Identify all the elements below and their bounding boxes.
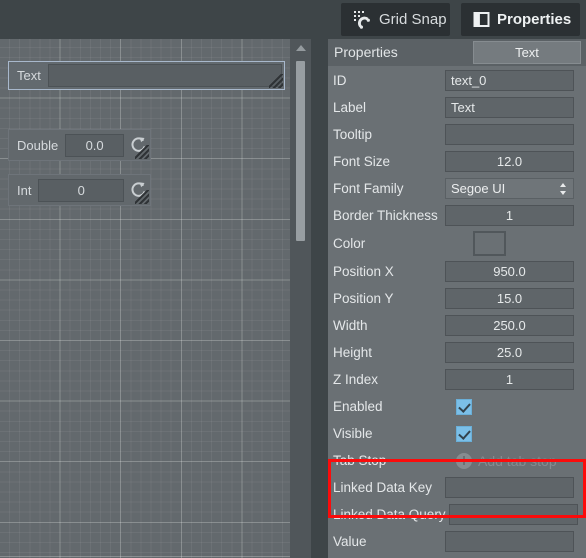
property-label-font-family: Font Family (333, 181, 404, 196)
label-field[interactable] (445, 97, 574, 118)
plus-circle-icon (456, 452, 472, 469)
property-row-visible: Visible (328, 420, 586, 447)
linked-data-key-field[interactable] (445, 477, 574, 498)
canvas-widget-int-field[interactable]: 0 (38, 178, 124, 202)
property-row-font-family: Font Family Segoe UI (328, 175, 586, 202)
canvas-vertical-scrollbar[interactable] (290, 39, 311, 558)
add-tab-stop-button[interactable]: Add tab stop (445, 452, 557, 469)
property-label-visible: Visible (333, 426, 373, 441)
property-label-position-y: Position Y (333, 291, 394, 306)
grid-snap-label: Grid Snap (379, 11, 447, 28)
font-size-field[interactable] (445, 151, 574, 172)
property-label-width: Width (333, 318, 368, 333)
design-canvas[interactable]: Text Double 0.0 Int 0 (0, 39, 311, 558)
property-row-color: Color (328, 229, 586, 258)
property-label-value: Value (333, 534, 367, 549)
scrollbar-thumb[interactable] (296, 61, 305, 241)
property-label-tooltip: Tooltip (333, 127, 373, 142)
properties-toggle-button[interactable]: Properties (461, 3, 580, 36)
property-label-enabled: Enabled (333, 399, 383, 414)
properties-panel: Properties Text ID Label T (328, 39, 586, 558)
property-label-font-size: Font Size (333, 154, 391, 169)
properties-rows: ID Label Tooltip Font S (328, 66, 586, 555)
tab-text-label: Text (515, 45, 539, 60)
property-row-linked-data-query: Linked Data Query (328, 501, 586, 528)
panel-properties-icon (473, 11, 490, 28)
spinner-up-down-icon[interactable] (559, 182, 567, 195)
magnet-grid-snap-icon (353, 10, 372, 29)
tooltip-field[interactable] (445, 124, 574, 145)
visible-checkbox[interactable] (456, 425, 472, 442)
border-thickness-field[interactable] (445, 205, 574, 226)
property-row-z-index: Z Index (328, 366, 586, 393)
properties-panel-header: Properties Text (328, 39, 586, 66)
property-label-label: Label (333, 100, 367, 115)
property-label-color: Color (333, 236, 366, 251)
properties-panel-title: Properties (334, 44, 398, 60)
properties-toggle-label: Properties (497, 11, 572, 28)
color-swatch-button[interactable] (473, 231, 506, 256)
property-row-border-thickness: Border Thickness (328, 202, 586, 229)
width-field[interactable] (445, 315, 574, 336)
canvas-widget-text-label: Text (17, 68, 41, 83)
property-row-position-y: Position Y (328, 285, 586, 312)
canvas-widget-int[interactable]: Int 0 (8, 174, 151, 206)
property-row-label: Label (328, 94, 586, 121)
height-field[interactable] (445, 342, 574, 363)
property-row-tooltip: Tooltip (328, 121, 586, 148)
add-tab-stop-label: Add tab stop (478, 452, 557, 469)
spinner-rotate-icon (128, 134, 150, 156)
property-row-value: Value (328, 528, 586, 555)
property-label-tab-stop: Tab Stop (333, 453, 387, 468)
value-field[interactable] (445, 531, 574, 552)
property-row-tab-stop: Tab Stop Add tab stop (328, 447, 586, 474)
property-label-id: ID (333, 73, 347, 88)
tab-text[interactable]: Text (473, 41, 581, 64)
canvas-widget-int-label: Int (17, 182, 32, 198)
property-label-linked-data-key: Linked Data Key (333, 480, 433, 495)
font-family-value: Segoe UI (451, 181, 506, 196)
grid-snap-button[interactable]: Grid Snap (341, 3, 450, 36)
top-toolbar: Grid Snap Properties (0, 0, 586, 39)
property-row-enabled: Enabled (328, 393, 586, 420)
canvas-widget-text[interactable]: Text (8, 61, 285, 90)
canvas-widget-double-label: Double (17, 137, 59, 153)
property-row-position-x: Position X (328, 258, 586, 285)
canvas-widget-text-field[interactable] (47, 64, 282, 87)
id-field[interactable] (445, 70, 574, 91)
property-row-height: Height (328, 339, 586, 366)
canvas-widget-double[interactable]: Double 0.0 (8, 129, 151, 161)
property-row-id: ID (328, 67, 586, 94)
position-x-field[interactable] (445, 261, 574, 282)
property-row-width: Width (328, 312, 586, 339)
position-y-field[interactable] (445, 288, 574, 309)
font-family-select[interactable]: Segoe UI (445, 178, 574, 199)
spinner-rotate-icon (128, 179, 150, 201)
linked-data-query-field[interactable] (449, 504, 578, 525)
property-label-height: Height (333, 345, 373, 360)
scroll-up-arrow-icon[interactable] (290, 39, 311, 56)
property-label-position-x: Position X (333, 264, 394, 279)
z-index-field[interactable] (445, 369, 574, 390)
property-label-linked-data-query: Linked Data Query (333, 507, 446, 522)
property-label-z-index: Z Index (333, 372, 379, 387)
app-root: Grid Snap Properties Text Double 0.0 Int… (0, 0, 586, 558)
property-row-linked-data-key: Linked Data Key (328, 474, 586, 501)
enabled-checkbox[interactable] (456, 398, 472, 415)
property-row-font-size: Font Size (328, 148, 586, 175)
canvas-widget-double-field[interactable]: 0.0 (65, 133, 124, 157)
property-label-border-thickness: Border Thickness (333, 208, 438, 223)
